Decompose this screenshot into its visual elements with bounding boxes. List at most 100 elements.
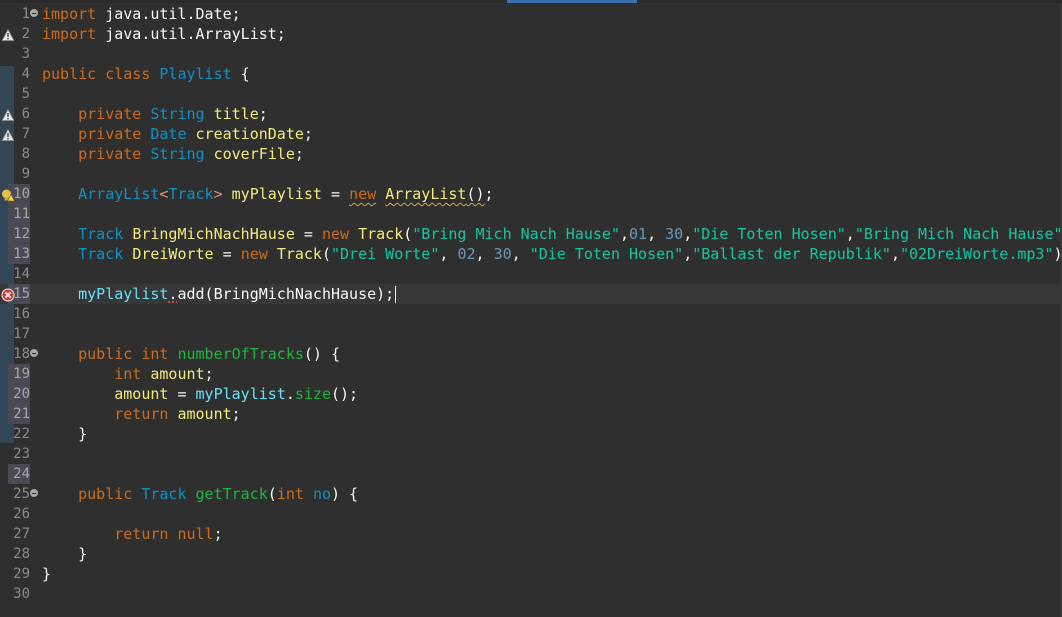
- code-line-12[interactable]: 12 Track BringMichNachHause = new Track(…: [0, 224, 1062, 244]
- line-number: 23: [13, 446, 30, 462]
- code-token: >: [213, 185, 223, 203]
- code-line-18[interactable]: 18 public int numberOfTracks() {: [0, 344, 1062, 364]
- code-text[interactable]: myPlaylist.add(BringMichNachHause);: [42, 284, 397, 304]
- code-token: int: [141, 345, 169, 363]
- code-token: myPlaylist: [231, 185, 322, 203]
- code-line-21[interactable]: 21 return amount;: [0, 404, 1062, 424]
- code-line-1[interactable]: 1 import java.util.Date;: [0, 4, 1062, 24]
- code-token: "Bring Mich Nach Hause": [412, 225, 620, 243]
- code-text[interactable]: return amount;: [42, 404, 240, 424]
- code-line-10[interactable]: 10 ArrayList<Track> myPlaylist = new Arr…: [0, 184, 1062, 204]
- warning-icon[interactable]: [1, 127, 15, 141]
- code-token: new: [321, 225, 350, 243]
- code-token: import: [42, 25, 97, 43]
- code-line-6[interactable]: 6 private String title;: [0, 104, 1062, 124]
- code-text[interactable]: Track DreiWorte = new Track("Drei Worte"…: [42, 244, 1062, 264]
- code-text[interactable]: public int numberOfTracks() {: [42, 344, 340, 364]
- code-text[interactable]: private Date creationDate;: [42, 124, 313, 144]
- code-token: ,: [620, 225, 630, 243]
- fold-collapse-icon[interactable]: [30, 489, 38, 497]
- code-line-3[interactable]: 3: [0, 44, 1062, 64]
- code-line-2[interactable]: 2 import java.util.ArrayList;: [0, 24, 1062, 44]
- line-number: 13: [8, 244, 30, 264]
- fold-collapse-icon[interactable]: [30, 9, 38, 17]
- code-line-5[interactable]: 5: [0, 84, 1062, 104]
- code-token: return: [114, 525, 169, 543]
- code-line-17[interactable]: 17: [0, 324, 1062, 344]
- code-text[interactable]: Track BringMichNachHause = new Track("Br…: [42, 224, 1062, 244]
- code-editor[interactable]: 1 import java.util.Date; 2 import java.util…: [0, 0, 1062, 617]
- code-line-8[interactable]: 8 private String coverFile;: [0, 144, 1062, 164]
- code-token: null: [177, 525, 214, 543]
- code-line-20[interactable]: 20 amount = myPlaylist.size();: [0, 384, 1062, 404]
- code-token: =: [294, 225, 322, 243]
- code-text[interactable]: public class Playlist {: [42, 64, 250, 84]
- code-token: java.util.ArrayList;: [96, 25, 286, 43]
- code-token: Track: [168, 185, 214, 203]
- code-line-19[interactable]: 19 int amount;: [0, 364, 1062, 384]
- code-token: "Die Toten Hosen": [692, 225, 846, 243]
- code-text[interactable]: private String title;: [42, 104, 268, 124]
- code-token: ,: [475, 245, 494, 263]
- code-token: 30: [493, 245, 512, 263]
- code-line-22[interactable]: 22 }: [0, 424, 1062, 444]
- code-token: Track: [78, 245, 124, 263]
- line-number: 16: [13, 306, 30, 322]
- line-number: 11: [8, 204, 30, 224]
- warning-icon[interactable]: [1, 107, 15, 121]
- warning-icon[interactable]: [1, 27, 15, 41]
- code-line-14[interactable]: 14: [0, 264, 1062, 284]
- code-text[interactable]: import java.util.ArrayList;: [42, 24, 286, 44]
- code-text[interactable]: return null;: [42, 524, 222, 544]
- quickfix-warning-icon[interactable]: [1, 187, 15, 202]
- code-line-15[interactable]: 15 myPlaylist.add(BringMichNachHause);: [0, 284, 1062, 304]
- code-text[interactable]: import java.util.Date;: [42, 4, 241, 24]
- code-token: myPlaylist: [195, 385, 286, 403]
- code-line-7[interactable]: 7 private Date creationDate;: [0, 124, 1062, 144]
- code-line-11[interactable]: 11: [0, 204, 1062, 224]
- code-token: (: [321, 245, 331, 263]
- code-line-27[interactable]: 27 return null;: [0, 524, 1062, 544]
- code-line-4[interactable]: 4 public class Playlist {: [0, 64, 1062, 84]
- code-token: ;: [294, 145, 304, 163]
- code-token: (): [466, 185, 485, 203]
- code-line-24[interactable]: 24: [0, 464, 1062, 484]
- code-text[interactable]: private String coverFile;: [42, 144, 304, 164]
- code-line-16[interactable]: 16: [0, 304, 1062, 324]
- code-line-28[interactable]: 28 }: [0, 544, 1062, 564]
- fold-collapse-icon[interactable]: [30, 349, 38, 357]
- error-icon[interactable]: [1, 287, 15, 302]
- code-text[interactable]: ArrayList<Track> myPlaylist = new ArrayL…: [42, 184, 493, 204]
- text-cursor: [395, 286, 397, 303]
- code-text[interactable]: public Track getTrack(int no) {: [42, 484, 358, 504]
- code-line-13[interactable]: 13 Track DreiWorte = new Track("Drei Wor…: [0, 244, 1062, 264]
- code-token: ,: [439, 245, 458, 263]
- code-token: private: [78, 125, 142, 143]
- code-line-30[interactable]: 30: [0, 584, 1062, 604]
- active-tab-indicator[interactable]: [507, 0, 637, 3]
- code-line-25[interactable]: 25 public Track getTrack(int no) {: [0, 484, 1062, 504]
- code-text[interactable]: int amount;: [42, 364, 213, 384]
- line-number: 18: [13, 346, 30, 362]
- code-text[interactable]: amount = myPlaylist.size();: [42, 384, 358, 404]
- code-line-23[interactable]: 23: [0, 444, 1062, 464]
- code-line-26[interactable]: 26: [0, 504, 1062, 524]
- code-text[interactable]: }: [42, 564, 51, 584]
- code-token: "02DreiWorte.mp3": [899, 245, 1054, 263]
- line-number: 30: [13, 586, 30, 602]
- code-token: Playlist: [159, 65, 232, 83]
- line-number: 17: [13, 326, 30, 342]
- code-text[interactable]: }: [42, 424, 87, 444]
- code-line-9[interactable]: 9: [0, 164, 1062, 184]
- code-text[interactable]: }: [42, 544, 87, 564]
- code-token: "Bring Mich Nach Hause": [854, 225, 1062, 243]
- code-line-29[interactable]: 29}: [0, 564, 1062, 584]
